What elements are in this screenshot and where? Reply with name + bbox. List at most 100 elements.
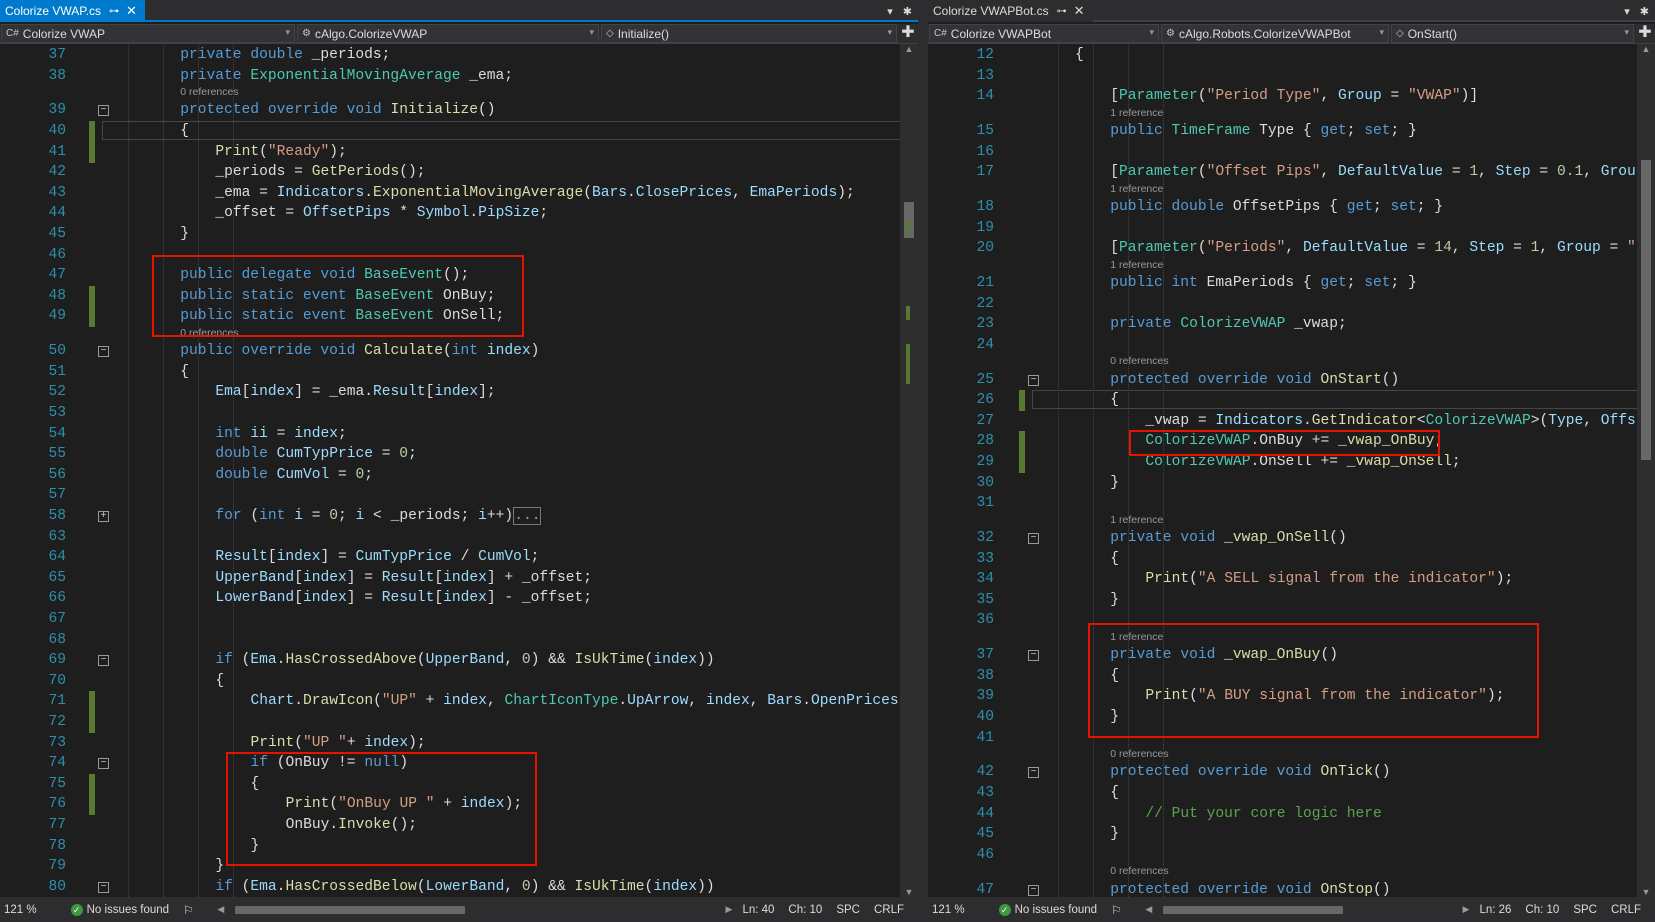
code-line[interactable]: 43 {	[928, 783, 1655, 804]
code-line[interactable]: 68	[0, 630, 918, 651]
code-line[interactable]: 56 double CumVol = 0;	[0, 465, 918, 486]
codelens-references[interactable]: 0 references	[180, 327, 238, 339]
scroll-left-icon[interactable]: ◀	[1145, 904, 1152, 915]
tab-dropdown-icon[interactable]: ▾	[1624, 5, 1630, 18]
collapse-icon[interactable]: −	[98, 346, 109, 358]
collapse-icon[interactable]: −	[98, 655, 109, 667]
code-line[interactable]: 38 private ExponentialMovingAverage _ema;	[0, 66, 918, 87]
scroll-up-icon[interactable]: ▲	[900, 44, 918, 54]
codelens-references[interactable]: 1 reference	[1110, 631, 1163, 643]
tab-colorize-vwap[interactable]: Colorize VWAP.cs ⊶ ✕	[0, 0, 145, 22]
code-line[interactable]: 67	[0, 609, 918, 630]
code-line[interactable]: 77 OnBuy.Invoke();	[0, 815, 918, 836]
close-icon[interactable]: ✕	[1074, 3, 1085, 19]
pin-icon[interactable]: ⊶	[109, 6, 119, 17]
zoom-level[interactable]: 121 %	[4, 904, 37, 916]
horizontal-scrollbar[interactable]: ◀ ▶	[217, 904, 732, 916]
code-line[interactable]: 32 − private void _vwap_OnSell()	[928, 528, 1655, 549]
code-line[interactable]: 63	[0, 527, 918, 548]
code-line[interactable]: 20 [Parameter("Periods", DefaultValue = 1…	[928, 238, 1655, 259]
codelens-references[interactable]: 1 reference	[1110, 514, 1163, 526]
code-line[interactable]: 13	[928, 66, 1655, 87]
code-line[interactable]: 16	[928, 142, 1655, 163]
codelens-references[interactable]: 0 references	[180, 86, 238, 98]
collapse-icon[interactable]: −	[1028, 767, 1039, 779]
code-line[interactable]: 46	[928, 845, 1655, 866]
code-line[interactable]: 41	[928, 728, 1655, 749]
code-line[interactable]: 40 {	[0, 121, 918, 142]
code-line[interactable]: 14 [Parameter("Period Type", Group = "VWA…	[928, 86, 1655, 107]
expand-icon[interactable]: +	[98, 511, 109, 522]
code-line[interactable]: 71 Chart.DrawIcon("UP" + index, ChartIcon…	[0, 691, 918, 713]
collapse-icon[interactable]: −	[1028, 374, 1039, 386]
code-line[interactable]: 45}	[928, 824, 1655, 845]
scroll-up-icon[interactable]: ▲	[1637, 44, 1655, 54]
code-line[interactable]: 27 _vwap = Indicators.GetIndicator<Colori…	[928, 411, 1655, 432]
code-line[interactable]: 49 public static event BaseEvent OnSell;	[0, 306, 918, 328]
scroll-right-icon[interactable]: ▶	[1463, 904, 1470, 915]
column-status[interactable]: Ch: 10	[788, 904, 822, 916]
code-line[interactable]: 79}	[0, 856, 918, 877]
code-line[interactable]: 73 Print("UP "+ index);	[0, 733, 918, 754]
scroll-down-icon[interactable]: ▼	[1637, 887, 1655, 897]
horizontal-scrollbar[interactable]: ◀ ▶	[1145, 904, 1469, 916]
collapse-icon[interactable]: −	[98, 105, 109, 117]
codelens-references[interactable]: 0 references	[1110, 865, 1168, 877]
brush-icon[interactable]: ⚐	[183, 903, 193, 917]
scroll-thumb[interactable]	[1641, 160, 1651, 460]
h-scroll-thumb[interactable]	[235, 905, 466, 914]
spacing-status[interactable]: SPC	[1573, 904, 1597, 916]
project-combo[interactable]: C# Colorize VWAP ▾	[1, 24, 295, 43]
h-scroll-thumb[interactable]	[1163, 905, 1344, 914]
code-line[interactable]: 42 _periods = GetPeriods();	[0, 162, 918, 183]
code-line[interactable]: 37 − private void _vwap_OnBuy()	[928, 645, 1655, 666]
code-line[interactable]: 43 _ema = Indicators.ExponentialMovingAve…	[0, 183, 918, 204]
code-line[interactable]: 50 − public override void Calculate(int in…	[0, 341, 918, 362]
member-combo[interactable]: ◇ Initialize() ▾	[601, 24, 897, 43]
pane-splitter[interactable]	[918, 0, 928, 922]
code-line[interactable]: 41 Print("Ready");	[0, 141, 918, 163]
code-editor[interactable]: 12 {13 14 [Parameter("Period Type", Group =…	[928, 44, 1655, 897]
line-ending-status[interactable]: CRLF	[1611, 904, 1641, 916]
class-combo[interactable]: ⚙ cAlgo.ColorizeVWAP ▾	[297, 24, 599, 43]
code-line[interactable]: 23 private ColorizeVWAP _vwap;	[928, 314, 1655, 335]
settings-icon[interactable]: ✱	[903, 5, 912, 18]
collapse-icon[interactable]: −	[98, 881, 109, 893]
codelens-references[interactable]: 1 reference	[1110, 259, 1163, 271]
code-line[interactable]: 78}	[0, 836, 918, 857]
code-line[interactable]: 44 _offset = OffsetPips * Symbol.PipSize;	[0, 203, 918, 224]
code-line[interactable]: 21 public int EmaPeriods { get; set; }	[928, 273, 1655, 294]
collapse-icon[interactable]: −	[1028, 533, 1039, 544]
split-add-icon[interactable]: ✚	[898, 24, 918, 43]
code-line[interactable]: 17 [Parameter("Offset Pips", DefaultValue…	[928, 162, 1655, 183]
vertical-scrollbar[interactable]: ▲ ▼	[900, 44, 918, 897]
code-line[interactable]: 36	[928, 610, 1655, 631]
code-editor[interactable]: 37 private double _periods; 38 private Expo…	[0, 44, 918, 897]
code-line[interactable]: 39 − protected override void Initialize()	[0, 100, 918, 121]
code-line[interactable]: 19	[928, 218, 1655, 239]
code-line[interactable]: 58 + for (int i = 0; i < _periods; i++)...	[0, 506, 918, 527]
code-line[interactable]: 70 {	[0, 671, 918, 692]
issues-indicator[interactable]: ✓ No issues found	[998, 903, 1097, 916]
code-line[interactable]: 44 // Put your core logic here	[928, 804, 1655, 825]
line-number-status[interactable]: Ln: 26	[1479, 904, 1511, 916]
code-line[interactable]: 25 − protected override void OnStart()	[928, 370, 1655, 391]
code-line[interactable]: 57	[0, 485, 918, 506]
vertical-scrollbar[interactable]: ▲ ▼	[1637, 44, 1655, 897]
code-line[interactable]: 53	[0, 403, 918, 424]
code-line[interactable]: 42 − protected override void OnTick()	[928, 762, 1655, 783]
code-line[interactable]: 51 {	[0, 362, 918, 383]
member-combo[interactable]: ◇ OnStart() ▾	[1391, 24, 1634, 43]
code-line[interactable]: 64 Result[index] = CumTypPrice / CumVol;	[0, 547, 918, 568]
code-line[interactable]: 80 − if (Ema.HasCrossedBelow(LowerBand, 0)…	[0, 877, 918, 897]
code-line[interactable]: 47 − protected override void OnStop()	[928, 880, 1655, 897]
settings-icon[interactable]: ✱	[1640, 5, 1649, 18]
code-line[interactable]: 34 Print("A SELL signal from the indicato…	[928, 569, 1655, 590]
pin-icon[interactable]: ⊶	[1057, 6, 1067, 17]
code-line[interactable]: 52 Ema[index] = _ema.Result[index];	[0, 382, 918, 403]
code-line[interactable]: 30}	[928, 473, 1655, 494]
code-line[interactable]: 18 public double OffsetPips { get; set; }	[928, 197, 1655, 218]
code-line[interactable]: 37 private double _periods;	[0, 45, 918, 66]
scroll-right-icon[interactable]: ▶	[726, 904, 733, 915]
code-line[interactable]: 69 − if (Ema.HasCrossedAbove(UpperBand, 0)…	[0, 650, 918, 671]
